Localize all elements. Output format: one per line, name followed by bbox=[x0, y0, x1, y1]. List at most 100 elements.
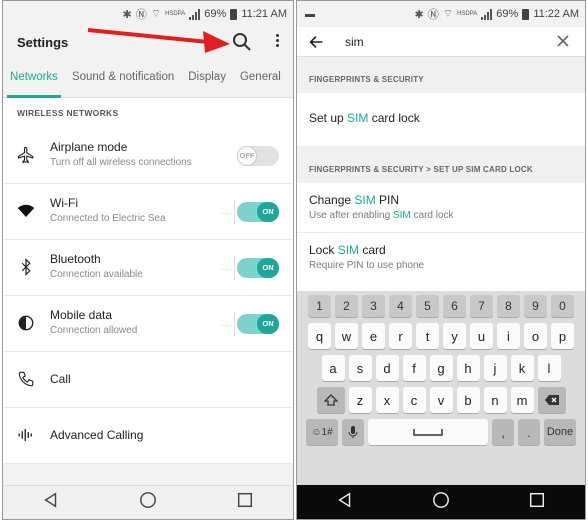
wifi-more-icon[interactable]: ··· bbox=[221, 208, 233, 218]
mobile-data-more-icon[interactable]: ··· bbox=[221, 320, 233, 330]
bluetooth-toggle[interactable]: ON bbox=[237, 258, 279, 278]
result-subtitle: Use after enabling SIM card lock bbox=[309, 210, 454, 221]
letter-key[interactable]: m bbox=[510, 387, 534, 413]
number-key[interactable]: 0 bbox=[551, 295, 574, 317]
advanced-calling-row[interactable]: Advanced Calling bbox=[3, 408, 293, 464]
number-key[interactable]: 5 bbox=[416, 295, 439, 317]
tab-display[interactable]: Display bbox=[181, 57, 233, 98]
number-key[interactable]: 8 bbox=[497, 295, 520, 317]
toggle-state: OFF bbox=[237, 146, 257, 166]
result-change-sim-pin[interactable]: Change SIM PIN Use after enabling SIM ca… bbox=[297, 183, 585, 233]
space-key[interactable] bbox=[368, 419, 488, 445]
microphone-key[interactable] bbox=[342, 419, 364, 445]
wifi-toggle[interactable]: ON bbox=[237, 202, 279, 222]
done-key[interactable]: Done bbox=[544, 419, 576, 445]
letter-key[interactable]: c bbox=[402, 387, 426, 413]
call-row[interactable]: Call bbox=[3, 352, 293, 408]
bluetooth-row[interactable]: Bluetooth Connection available ··· ON bbox=[3, 240, 293, 296]
home-icon[interactable] bbox=[432, 491, 450, 514]
mobile-data-toggle[interactable]: ON bbox=[237, 314, 279, 334]
letter-key[interactable]: r bbox=[389, 323, 412, 349]
letter-key[interactable]: s bbox=[348, 355, 372, 381]
home-icon[interactable] bbox=[139, 491, 157, 514]
search-icon[interactable] bbox=[232, 32, 252, 57]
recents-icon[interactable] bbox=[236, 491, 254, 514]
number-key[interactable]: 6 bbox=[443, 295, 466, 317]
letter-key[interactable]: k bbox=[510, 355, 534, 381]
airplane-mode-toggle[interactable]: OFF bbox=[237, 146, 279, 166]
letter-key[interactable]: i bbox=[497, 323, 520, 349]
letter-key[interactable]: j bbox=[483, 355, 507, 381]
letter-key[interactable]: t bbox=[416, 323, 439, 349]
letter-key[interactable]: x bbox=[375, 387, 399, 413]
arrow-back-icon[interactable] bbox=[307, 33, 325, 56]
letter-key[interactable]: d bbox=[375, 355, 399, 381]
letter-keys: zxcvbnm bbox=[348, 387, 534, 413]
red-arrow-annotation bbox=[87, 28, 230, 53]
letter-key[interactable]: p bbox=[551, 323, 574, 349]
wifi-status-icon: ⌔ bbox=[150, 8, 162, 20]
toggle-state: ON bbox=[257, 202, 279, 222]
back-icon[interactable] bbox=[42, 491, 60, 514]
number-key[interactable]: 4 bbox=[389, 295, 412, 317]
status-bar: ✱ Ⓝ ⌔ HSDPA 69% 11:21 AM bbox=[3, 1, 293, 27]
row-subtitle: Connected to Electric Sea bbox=[50, 213, 166, 224]
search-bar: sim bbox=[297, 27, 585, 57]
letter-key[interactable]: q bbox=[308, 323, 331, 349]
battery-percent: 69% bbox=[496, 8, 519, 20]
tab-sound-notification[interactable]: Sound & notification bbox=[65, 57, 181, 98]
letter-key[interactable]: o bbox=[524, 323, 547, 349]
letter-key[interactable]: u bbox=[470, 323, 493, 349]
backspace-key[interactable] bbox=[537, 387, 566, 413]
number-key[interactable]: 2 bbox=[335, 295, 358, 317]
shift-key[interactable] bbox=[316, 387, 345, 413]
close-icon[interactable] bbox=[555, 33, 571, 54]
row-title: Wi-Fi bbox=[50, 196, 78, 210]
more-options-icon[interactable] bbox=[274, 32, 280, 50]
letter-key[interactable]: g bbox=[429, 355, 453, 381]
mobile-data-icon bbox=[17, 314, 37, 334]
airplane-mode-row[interactable]: Airplane mode Turn off all wireless conn… bbox=[3, 128, 293, 184]
back-icon[interactable] bbox=[336, 491, 354, 514]
battery-icon bbox=[230, 8, 238, 20]
letter-key[interactable]: f bbox=[402, 355, 426, 381]
on-screen-keyboard: 1234567890 qwertyuiop asdfghjkl zxcvbnm … bbox=[297, 291, 585, 487]
waveform-icon bbox=[17, 426, 37, 446]
result-subtitle: Require PIN to use phone bbox=[309, 260, 425, 271]
period-key[interactable]: . bbox=[518, 419, 540, 445]
wifi-row[interactable]: Wi-Fi Connected to Electric Sea ··· ON bbox=[3, 184, 293, 240]
comma-key[interactable]: , bbox=[492, 419, 514, 445]
row-title: Airplane mode bbox=[50, 140, 128, 154]
letter-key[interactable]: a bbox=[321, 355, 345, 381]
number-key[interactable]: 1 bbox=[308, 295, 331, 317]
battery-icon bbox=[522, 8, 530, 20]
mobile-data-row[interactable]: Mobile data Connection allowed ··· ON bbox=[3, 296, 293, 352]
letter-key[interactable]: v bbox=[429, 387, 453, 413]
bluetooth-status-icon: ✱ bbox=[414, 8, 424, 21]
result-lock-sim-card[interactable]: Lock SIM card Require PIN to use phone bbox=[297, 233, 585, 285]
recents-icon[interactable] bbox=[528, 491, 546, 514]
row-title: Bluetooth bbox=[50, 252, 101, 266]
search-screen: ▬ ✱ Ⓝ ⌔ HSDPA 69% 11:22 AM sim FINGERPRI… bbox=[296, 0, 586, 520]
airplane-icon bbox=[17, 146, 37, 166]
number-key[interactable]: 9 bbox=[524, 295, 547, 317]
symbols-key[interactable]: ☺1# bbox=[306, 419, 338, 445]
letter-key[interactable]: b bbox=[456, 387, 480, 413]
keyboard-row-3: zxcvbnm bbox=[300, 387, 582, 413]
result-set-up-sim-lock[interactable]: Set up SIM card lock bbox=[297, 93, 585, 147]
letter-key[interactable]: z bbox=[348, 387, 372, 413]
letter-key[interactable]: w bbox=[335, 323, 358, 349]
number-key[interactable]: 7 bbox=[470, 295, 493, 317]
bluetooth-more-icon[interactable]: ··· bbox=[221, 264, 233, 274]
tab-general[interactable]: General bbox=[233, 57, 288, 98]
number-key[interactable]: 3 bbox=[362, 295, 385, 317]
result-header: FINGERPRINTS & SECURITY > SET UP SIM CAR… bbox=[297, 147, 585, 183]
letter-key[interactable]: l bbox=[537, 355, 561, 381]
letter-key[interactable]: n bbox=[483, 387, 507, 413]
letter-key[interactable]: e bbox=[362, 323, 385, 349]
tab-networks[interactable]: Networks bbox=[3, 57, 65, 98]
row-subtitle: Turn off all wireless connections bbox=[50, 157, 192, 168]
search-input[interactable]: sim bbox=[345, 35, 364, 49]
letter-key[interactable]: h bbox=[456, 355, 480, 381]
letter-key[interactable]: y bbox=[443, 323, 466, 349]
